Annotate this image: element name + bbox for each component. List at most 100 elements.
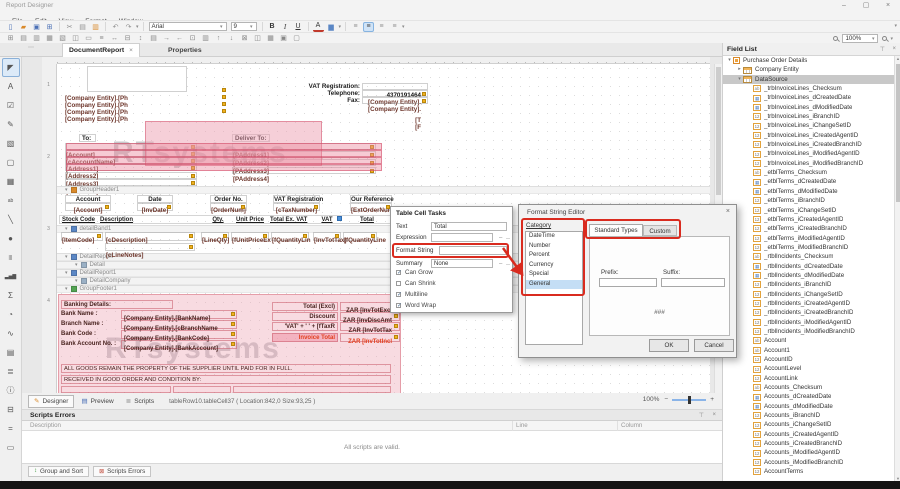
field-item[interactable]: 12_rtblIncidents_iModifiedBranchID xyxy=(723,327,895,336)
info-header-cell[interactable]: Date xyxy=(137,195,173,203)
zoom-in-icon[interactable] xyxy=(882,36,887,41)
company-entity-field[interactable]: [Company Entity].[Ph xyxy=(65,94,227,101)
field-item[interactable]: 12_trbInvoiceLines_iCreatedBranchID xyxy=(723,140,895,149)
field-item[interactable]: 12Accounts_iChangeSetID xyxy=(723,420,895,429)
column-header-cell[interactable]: Unit Price xyxy=(236,216,264,224)
column-line[interactable]: Line xyxy=(516,422,528,429)
field-item[interactable]: 12AccountTerms xyxy=(723,467,895,476)
checkbox-icon[interactable] xyxy=(396,303,401,308)
v-space-decrease-icon[interactable]: ↓ xyxy=(226,33,237,43)
picture-tool[interactable]: ▧ xyxy=(2,134,20,153)
close-icon[interactable]: × xyxy=(726,208,730,215)
tree-node-datasource[interactable]: ▾DataSource xyxy=(723,75,895,84)
company-entity-field[interactable]: [Company Entity].[Ph xyxy=(65,87,227,94)
info-header-cell[interactable]: Order No. xyxy=(210,195,247,203)
undo-icon[interactable]: ↶ xyxy=(110,22,121,32)
option-checkbox[interactable]: Multiline xyxy=(396,289,509,300)
expander-icon[interactable]: ▾ xyxy=(736,75,743,84)
barcode-tool[interactable]: ||| xyxy=(2,248,20,267)
detail-cell[interactable]: [fUnitPriceEx xyxy=(231,232,269,241)
field-item[interactable]: abAccount1 xyxy=(723,346,895,355)
toolbar-overflow-icon[interactable]: ▾ xyxy=(894,23,897,29)
field-list-scrollbar[interactable]: ▲ ▼ xyxy=(894,56,900,481)
field-item[interactable]: ab_etblTerms_Checksum xyxy=(723,168,895,177)
cancel-button[interactable]: Cancel xyxy=(694,339,734,352)
cross-band-box-tool[interactable]: ▭ xyxy=(2,438,20,457)
detail-cell[interactable]: [fQuantityLin xyxy=(271,232,309,241)
snap-to-grid-icon[interactable]: ⊞ xyxy=(5,33,16,43)
v-space-equal-icon[interactable]: ▥ xyxy=(200,33,211,43)
align-lefts-icon[interactable]: ▥ xyxy=(31,33,42,43)
field-item[interactable]: ▦Accounts_dCreatedDate xyxy=(723,392,895,401)
signature-cell[interactable] xyxy=(233,386,391,393)
send-back-icon[interactable]: ▢ xyxy=(291,33,302,43)
cut-icon[interactable]: ✂ xyxy=(64,22,75,32)
column-header-cell[interactable]: Stock Code xyxy=(62,216,100,224)
field-item[interactable]: ab_rtblIncidents_Checksum xyxy=(723,252,895,261)
smart-tag-icon[interactable] xyxy=(337,216,342,221)
v-space-remove-icon[interactable]: ⊠ xyxy=(239,33,250,43)
category-item[interactable]: DateTime xyxy=(526,232,582,242)
signature-cell[interactable] xyxy=(173,386,231,393)
close-icon[interactable]: × xyxy=(129,47,133,54)
expander-icon[interactable]: ▸ xyxy=(736,65,743,74)
tab-overflow-icon[interactable]: ⋯ xyxy=(28,44,34,51)
field-item[interactable]: ▦Accounts_dModifiedDate xyxy=(723,402,895,411)
field-item[interactable]: 12_rtblIncidents_iBranchID xyxy=(723,280,895,289)
redo-icon[interactable]: ↷ xyxy=(123,22,134,32)
zoom-in-button[interactable]: + xyxy=(710,396,714,403)
column-header-cell[interactable]: Total xyxy=(358,216,376,224)
field-item[interactable]: 12_rtblIncidents_iModifiedAgentID xyxy=(723,318,895,327)
field-item[interactable]: 12AccountID xyxy=(723,355,895,364)
tab-custom[interactable]: Custom xyxy=(643,225,677,236)
info-header-cell[interactable]: Our Reference xyxy=(350,195,392,203)
category-item[interactable]: Currency xyxy=(526,261,582,271)
info-value-cell[interactable]: [ExtOrderNum] xyxy=(350,203,392,211)
italic-icon[interactable]: I xyxy=(280,22,291,32)
info-header-cell[interactable]: Account xyxy=(65,195,111,203)
align-dropdown-icon[interactable]: ▾ xyxy=(402,24,405,30)
field-item[interactable]: 12_trbInvoiceLines_iModifiedBranchID xyxy=(723,159,895,168)
line-notes-cell[interactable]: [cLineNotes] xyxy=(105,243,195,251)
gauge-tool[interactable]: ◔ xyxy=(2,305,20,324)
v-space-increase-icon[interactable]: ↑ xyxy=(213,33,224,43)
field-item[interactable]: 12AccountLevel xyxy=(723,364,895,373)
same-size-icon[interactable]: ⊟ xyxy=(122,33,133,43)
close-button[interactable]: × xyxy=(880,1,896,10)
category-item[interactable]: Special xyxy=(526,270,582,280)
field-item[interactable]: 12_etblTerms_iModifiedBranchID xyxy=(723,243,895,252)
text-input[interactable]: Total xyxy=(431,222,507,231)
line-tool[interactable]: ╲ xyxy=(2,210,20,229)
field-item[interactable]: ▦_etblTerms_dModifiedDate xyxy=(723,187,895,196)
font-color-icon[interactable]: A xyxy=(313,22,324,32)
field-item[interactable]: 12_rtblIncidents_iCreatedBranchID xyxy=(723,308,895,317)
field-item[interactable]: 12_etblTerms_iChangeSetID xyxy=(723,206,895,215)
detail-cell[interactable]: [InvTotTax] xyxy=(313,232,341,241)
highlight-dropdown-icon[interactable]: ▾ xyxy=(339,24,342,30)
checkbox-icon[interactable] xyxy=(396,281,401,286)
column-column[interactable]: Column xyxy=(621,422,642,429)
same-width-icon[interactable]: ↔ xyxy=(109,33,120,43)
category-item[interactable]: Number xyxy=(526,242,582,252)
field-item[interactable]: 12Accounts_iBranchID xyxy=(723,411,895,420)
align-to-grid-icon[interactable]: ▤ xyxy=(18,33,29,43)
field-item[interactable]: ▦_rtblIncidents_dModifiedDate xyxy=(723,271,895,280)
highlight-color-icon[interactable]: ▆ xyxy=(326,22,337,32)
tree-node-root[interactable]: ▾Purchase Order Details xyxy=(723,56,895,65)
expander-icon[interactable]: ▾ xyxy=(726,56,733,65)
column-header-cell[interactable]: Total Ex. VAT xyxy=(270,216,304,224)
info-header-cell[interactable]: VAT Registration xyxy=(273,195,320,203)
tab-properties[interactable]: Properties xyxy=(160,43,210,57)
tab-standard-types[interactable]: Standard Types xyxy=(589,224,643,236)
field-item[interactable]: ▦_rtblIncidents_dCreatedDate xyxy=(723,262,895,271)
option-checkbox[interactable]: Can Grow xyxy=(396,267,509,278)
column-header-cell[interactable]: Qty. xyxy=(208,216,228,224)
info-value-cell[interactable]: [Account] xyxy=(65,203,111,211)
detail-cell[interactable]: [cDescription] xyxy=(105,232,195,241)
tab-scripts[interactable]: ≣Scripts xyxy=(121,395,159,408)
align-centers-icon[interactable]: ▦ xyxy=(44,33,55,43)
new-document-icon[interactable]: ▯ xyxy=(5,22,16,32)
align-center-icon[interactable]: ≡ xyxy=(363,22,374,32)
signature-cell[interactable] xyxy=(61,386,171,393)
richtext-tool[interactable]: ✎ xyxy=(2,115,20,134)
